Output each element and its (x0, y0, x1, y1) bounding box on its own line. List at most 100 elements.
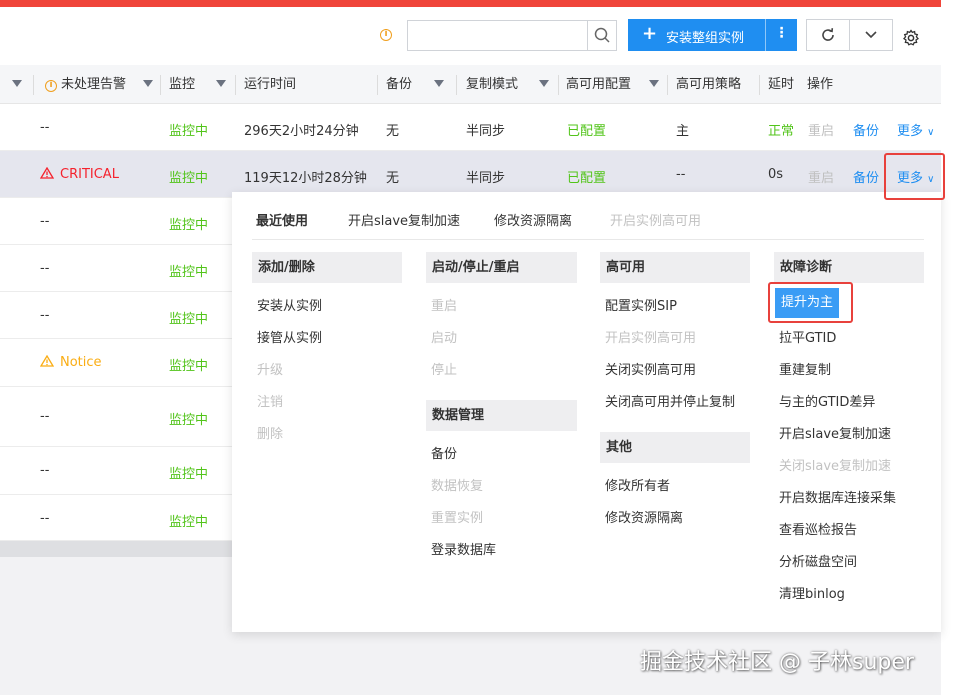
table-row: -- 监控中 296天2小时24分钟 无 半同步 已配置 主 正常 重启 备份 … (0, 104, 941, 151)
menu-item-purge-binlog[interactable]: 清理binlog (779, 583, 845, 602)
header-ha-policy: 高可用策略 (676, 77, 742, 92)
chevron-down-icon: ∨ (927, 127, 935, 138)
info-icon: i (45, 80, 57, 92)
monitor-status: 监控中 (169, 218, 209, 233)
repl-mode-cell: 半同步 (466, 171, 506, 186)
expand-button[interactable] (849, 19, 893, 51)
menu-item-restart: 重启 (431, 299, 458, 314)
alert-cell: -- (40, 409, 50, 424)
search-icon (594, 27, 610, 43)
menu-item-upgrade: 升级 (257, 363, 284, 378)
backup-cell: 无 (386, 124, 400, 139)
menu-item-deregister: 注销 (257, 395, 284, 410)
menu-item-reset-instance: 重置实例 (431, 511, 484, 526)
menu-item-rebuild-repl[interactable]: 重建复制 (779, 359, 831, 378)
ha-config-cell: 已配置 (567, 171, 607, 186)
info-icon: i (380, 29, 392, 41)
delay-cell: 正常 (768, 124, 795, 139)
alert-cell: CRITICAL (40, 167, 119, 182)
uptime-cell: 119天12小时28分钟 (244, 171, 367, 186)
backup-link[interactable]: 备份 (853, 120, 879, 139)
menu-item-disable-ha-stop-repl[interactable]: 关闭高可用并停止复制 (605, 391, 735, 410)
menu-item-change-owner[interactable]: 修改所有者 (605, 475, 670, 494)
highlight-more-link (884, 153, 945, 200)
group-start-stop: 启动/停止/重启 (426, 252, 577, 283)
menu-item-login-db[interactable]: 登录数据库 (431, 539, 496, 558)
restart-link[interactable]: 重启 (808, 167, 834, 186)
menu-item-enable-slave-accel[interactable]: 开启slave复制加速 (779, 423, 891, 442)
menu-item-analyze-disk[interactable]: 分析磁盘空间 (779, 551, 857, 570)
plus-icon: + (642, 23, 658, 44)
divider (252, 239, 924, 240)
warning-icon (40, 355, 54, 367)
backup-cell: 无 (386, 171, 400, 186)
monitor-status: 监控中 (169, 171, 209, 186)
menu-item-enable-ha: 开启实例高可用 (605, 331, 697, 346)
group-diagnosis: 故障诊断 (774, 252, 924, 283)
more-actions-menu: 最近使用 开启slave复制加速 修改资源隔离 开启实例高可用 添加/删除 安装… (232, 192, 941, 632)
monitor-status: 监控中 (169, 413, 209, 428)
menu-item-takeover-slave[interactable]: 接管从实例 (257, 327, 322, 346)
table-header: i 未处理告警 监控 运行时间 备份 复制模式 高可用配置 高可用策略 延时 操作 (0, 65, 941, 104)
ha-policy-cell: 主 (676, 124, 690, 139)
menu-item-config-sip[interactable]: 配置实例SIP (605, 295, 677, 314)
alert-cell: -- (40, 511, 50, 526)
menu-item-disable-slave-accel: 关闭slave复制加速 (779, 459, 892, 474)
header-actions: 操作 (807, 77, 834, 92)
uptime-cell: 296天2小时24分钟 (244, 124, 359, 139)
alert-cell: -- (40, 261, 50, 276)
install-more-button[interactable]: ⋮ (765, 19, 797, 51)
menu-item-align-gtid[interactable]: 拉平GTID (779, 327, 836, 346)
menu-item-gtid-diff[interactable]: 与主的GTID差异 (779, 391, 875, 410)
group-data-management: 数据管理 (426, 400, 577, 431)
install-group-button[interactable]: + 安装整组实例 ⋮ (628, 19, 797, 51)
menu-item-install-slave[interactable]: 安装从实例 (257, 295, 322, 314)
search-button[interactable] (587, 21, 616, 50)
gear-icon (903, 29, 919, 46)
refresh-button[interactable] (806, 19, 850, 51)
recent-label: 最近使用 (256, 214, 309, 229)
alert-cell: -- (40, 308, 50, 323)
header-unhandled-alerts: i 未处理告警 (45, 65, 157, 104)
warning-icon (40, 167, 54, 179)
monitor-status: 监控中 (169, 467, 209, 482)
top-accent-bar (0, 0, 941, 7)
more-link[interactable]: 更多 ∨ (897, 120, 934, 139)
backup-link[interactable]: 备份 (853, 167, 879, 186)
menu-item-data-restore: 数据恢复 (431, 479, 484, 494)
right-gutter (941, 0, 965, 695)
restart-link[interactable]: 重启 (808, 120, 834, 139)
menu-item-resource-isolation[interactable]: 修改资源隔离 (605, 507, 683, 526)
highlight-promote-master (768, 282, 853, 323)
menu-item-disable-ha[interactable]: 关闭实例高可用 (605, 359, 696, 378)
alert-filter-icon[interactable] (143, 80, 153, 87)
refresh-icon (822, 28, 834, 41)
repl-mode-cell: 半同步 (466, 124, 506, 139)
table-row: CRITICAL 监控中 119天12小时28分钟 无 半同步 已配置 -- 0… (0, 151, 941, 198)
monitor-status: 监控中 (169, 124, 209, 139)
group-high-availability: 高可用 (600, 252, 750, 283)
recent-item[interactable]: 修改资源隔离 (494, 210, 572, 229)
menu-item-start: 启动 (431, 331, 458, 346)
monitor-status: 监控中 (169, 312, 209, 327)
monitor-status: 监控中 (169, 515, 209, 530)
monitor-status: 监控中 (169, 265, 209, 280)
alert-cell: Notice (40, 355, 102, 370)
menu-item-stop: 停止 (431, 363, 458, 378)
delay-cell: 0s (768, 167, 784, 182)
menu-item-backup[interactable]: 备份 (431, 443, 457, 462)
ha-config-cell: 已配置 (567, 124, 607, 139)
menu-item-enable-conn-collect[interactable]: 开启数据库连接采集 (779, 487, 896, 506)
search-input[interactable] (408, 21, 588, 50)
install-group-label: 安装整组实例 (666, 31, 745, 46)
header-backup: 备份 (386, 77, 413, 92)
settings-button[interactable] (901, 29, 921, 49)
monitor-status: 监控中 (169, 359, 209, 374)
header-delay: 延时 (768, 77, 795, 92)
group-add-remove: 添加/删除 (252, 252, 402, 283)
chevron-down-icon (865, 31, 877, 39)
menu-item-view-inspection[interactable]: 查看巡检报告 (779, 519, 857, 538)
recent-item[interactable]: 开启slave复制加速 (348, 210, 460, 229)
recent-item-disabled: 开启实例高可用 (610, 214, 702, 229)
alert-cell: -- (40, 463, 50, 478)
